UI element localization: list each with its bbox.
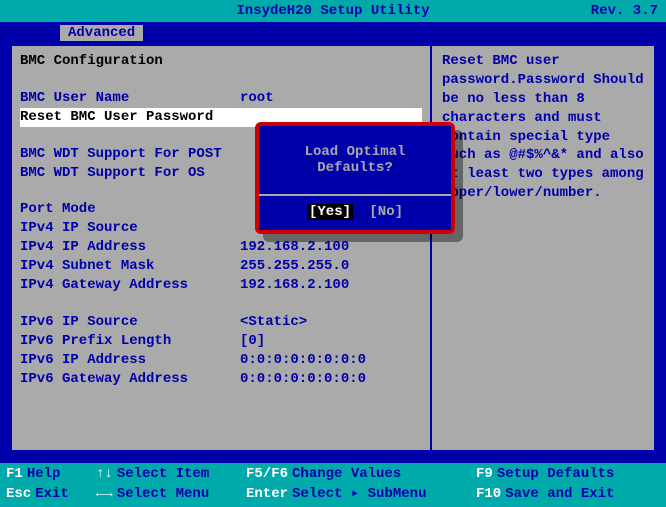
key-leftright: ←→ [96, 485, 113, 505]
setting-row[interactable]: IPv6 Prefix Length[0] [20, 332, 422, 351]
dialog-yes-button[interactable]: [Yes] [307, 204, 353, 220]
dialog-title: Load Optimal Defaults? [259, 126, 451, 196]
key-esc: Esc [6, 485, 31, 505]
setting-row[interactable]: IPv4 IP Address192.168.2.100 [20, 238, 422, 257]
setting-row[interactable]: IPv4 Gateway Address192.168.2.100 [20, 276, 422, 295]
setting-row[interactable]: IPv6 Gateway Address0:0:0:0:0:0:0:0 [20, 370, 422, 389]
help-panel: Reset BMC user password.Password Should … [434, 46, 654, 450]
title-bar: InsydeH20 Setup Utility Rev. 3.7 [0, 0, 666, 22]
key-updown: ↑↓ [96, 465, 113, 485]
key-f1: F1 [6, 465, 23, 485]
dialog-no-button[interactable]: [No] [369, 204, 403, 220]
key-f5f6: F5/F6 [246, 465, 288, 485]
setting-row[interactable]: BMC User Nameroot [20, 89, 422, 108]
key-enter: Enter [246, 485, 288, 505]
confirm-dialog: Load Optimal Defaults? [Yes] [No] [255, 122, 455, 234]
setting-row[interactable]: IPv6 IP Source<Static> [20, 313, 422, 332]
main-panel: BMC Configuration BMC User Nameroot Rese… [12, 46, 432, 450]
footer-hints: F1Help ↑↓Select Item F5/F6Change Values … [0, 463, 666, 507]
revision: Rev. 3.7 [430, 3, 658, 19]
tab-advanced[interactable]: Advanced [60, 25, 143, 41]
app-title: InsydeH20 Setup Utility [236, 3, 429, 19]
dialog-buttons: [Yes] [No] [259, 196, 451, 230]
key-f10: F10 [476, 485, 501, 505]
tab-bar: Advanced [0, 22, 666, 44]
section-title: BMC Configuration [20, 52, 240, 71]
key-f9: F9 [476, 465, 493, 485]
bios-screen: InsydeH20 Setup Utility Rev. 3.7 Advance… [0, 0, 666, 507]
content-frame: BMC Configuration BMC User Nameroot Rese… [10, 44, 656, 452]
setting-row[interactable]: IPv4 Subnet Mask255.255.255.0 [20, 257, 422, 276]
setting-row[interactable]: IPv6 IP Address0:0:0:0:0:0:0:0 [20, 351, 422, 370]
